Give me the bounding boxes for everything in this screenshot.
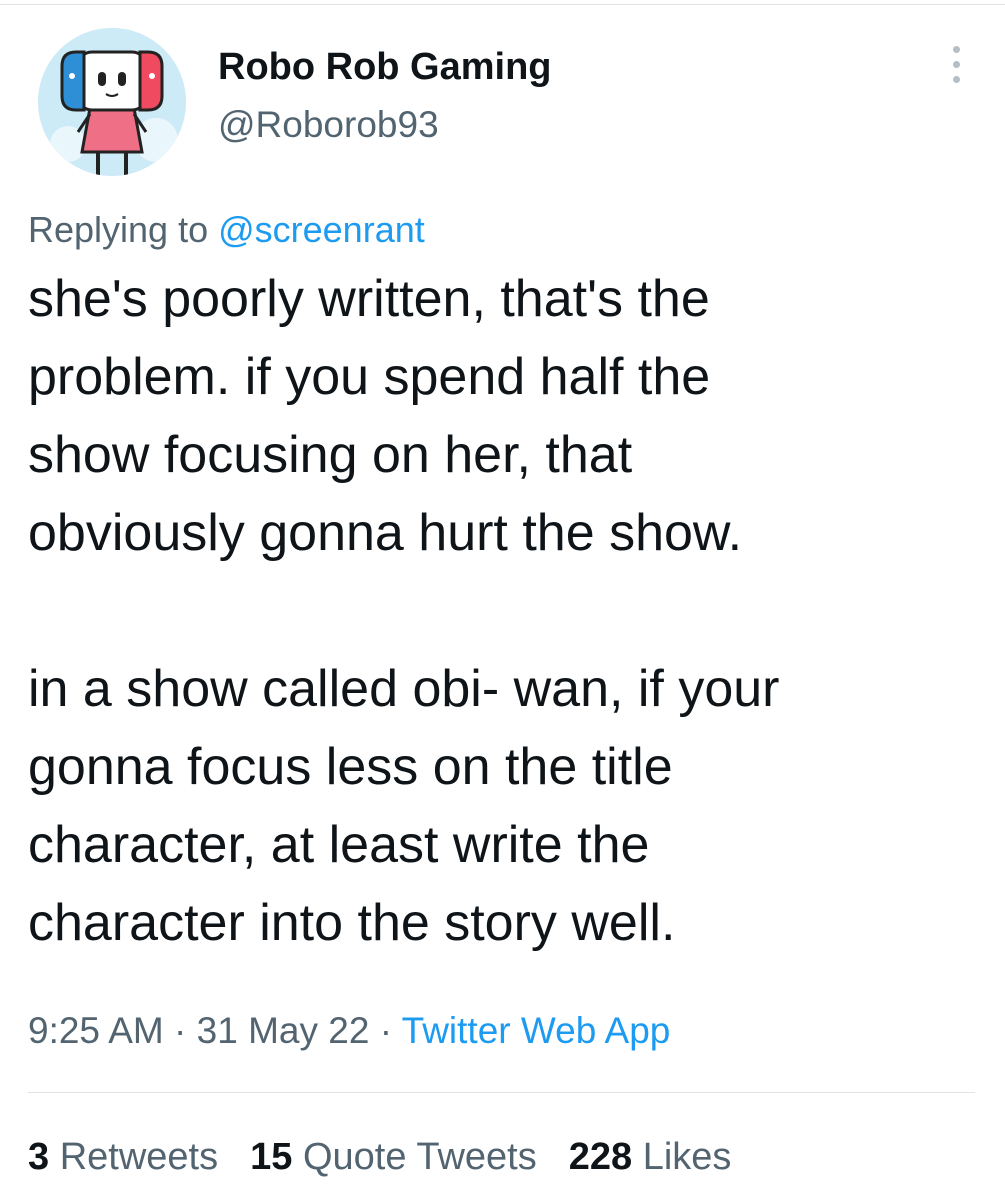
quote-tweets-count: 15 xyxy=(250,1136,293,1178)
tweet-stats: 3 Retweets 15 Quote Tweets 228 Likes xyxy=(28,1134,763,1180)
tweet-date[interactable]: 31 May 22 xyxy=(197,1010,370,1051)
tweet-header: Robo Rob Gaming @Roborob93 xyxy=(38,28,968,178)
tweet-time[interactable]: 9:25 AM xyxy=(28,1010,164,1051)
retweets-count: 3 xyxy=(28,1136,50,1178)
meta-separator: · xyxy=(369,1010,402,1051)
quote-tweets-stat[interactable]: 15 Quote Tweets xyxy=(250,1134,537,1180)
stats-divider xyxy=(28,1092,975,1093)
likes-count: 228 xyxy=(568,1136,633,1178)
reply-context: Replying to @screenrant xyxy=(28,208,425,252)
retweets-label: Retweets xyxy=(59,1136,219,1178)
tweet-text: she's poorly written, that's the problem… xyxy=(28,260,978,962)
likes-stat[interactable]: 228 Likes xyxy=(569,1134,732,1180)
robot-avatar-icon[interactable] xyxy=(38,28,186,176)
tweet-meta: 9:25 AM · 31 May 22 · Twitter Web App xyxy=(28,1008,670,1054)
tweet-paragraph: in a show called obi- wan, if your gonna… xyxy=(28,660,780,952)
reply-prefix: Replying to xyxy=(28,209,219,250)
quote-tweets-label: Quote Tweets xyxy=(302,1136,537,1178)
more-options-icon[interactable] xyxy=(944,42,968,98)
likes-label: Likes xyxy=(642,1136,732,1178)
reply-to-link[interactable]: @screenrant xyxy=(218,209,425,250)
display-name[interactable]: Robo Rob Gaming xyxy=(218,44,552,90)
user-handle[interactable]: @Roborob93 xyxy=(218,102,552,148)
meta-separator: · xyxy=(163,1010,197,1051)
top-divider xyxy=(0,0,1005,5)
tweet-author: Robo Rob Gaming @Roborob93 xyxy=(218,44,552,148)
retweets-stat[interactable]: 3 Retweets xyxy=(28,1134,218,1180)
tweet-source-link[interactable]: Twitter Web App xyxy=(402,1010,671,1051)
tweet-paragraph: she's poorly written, that's the problem… xyxy=(28,270,743,562)
